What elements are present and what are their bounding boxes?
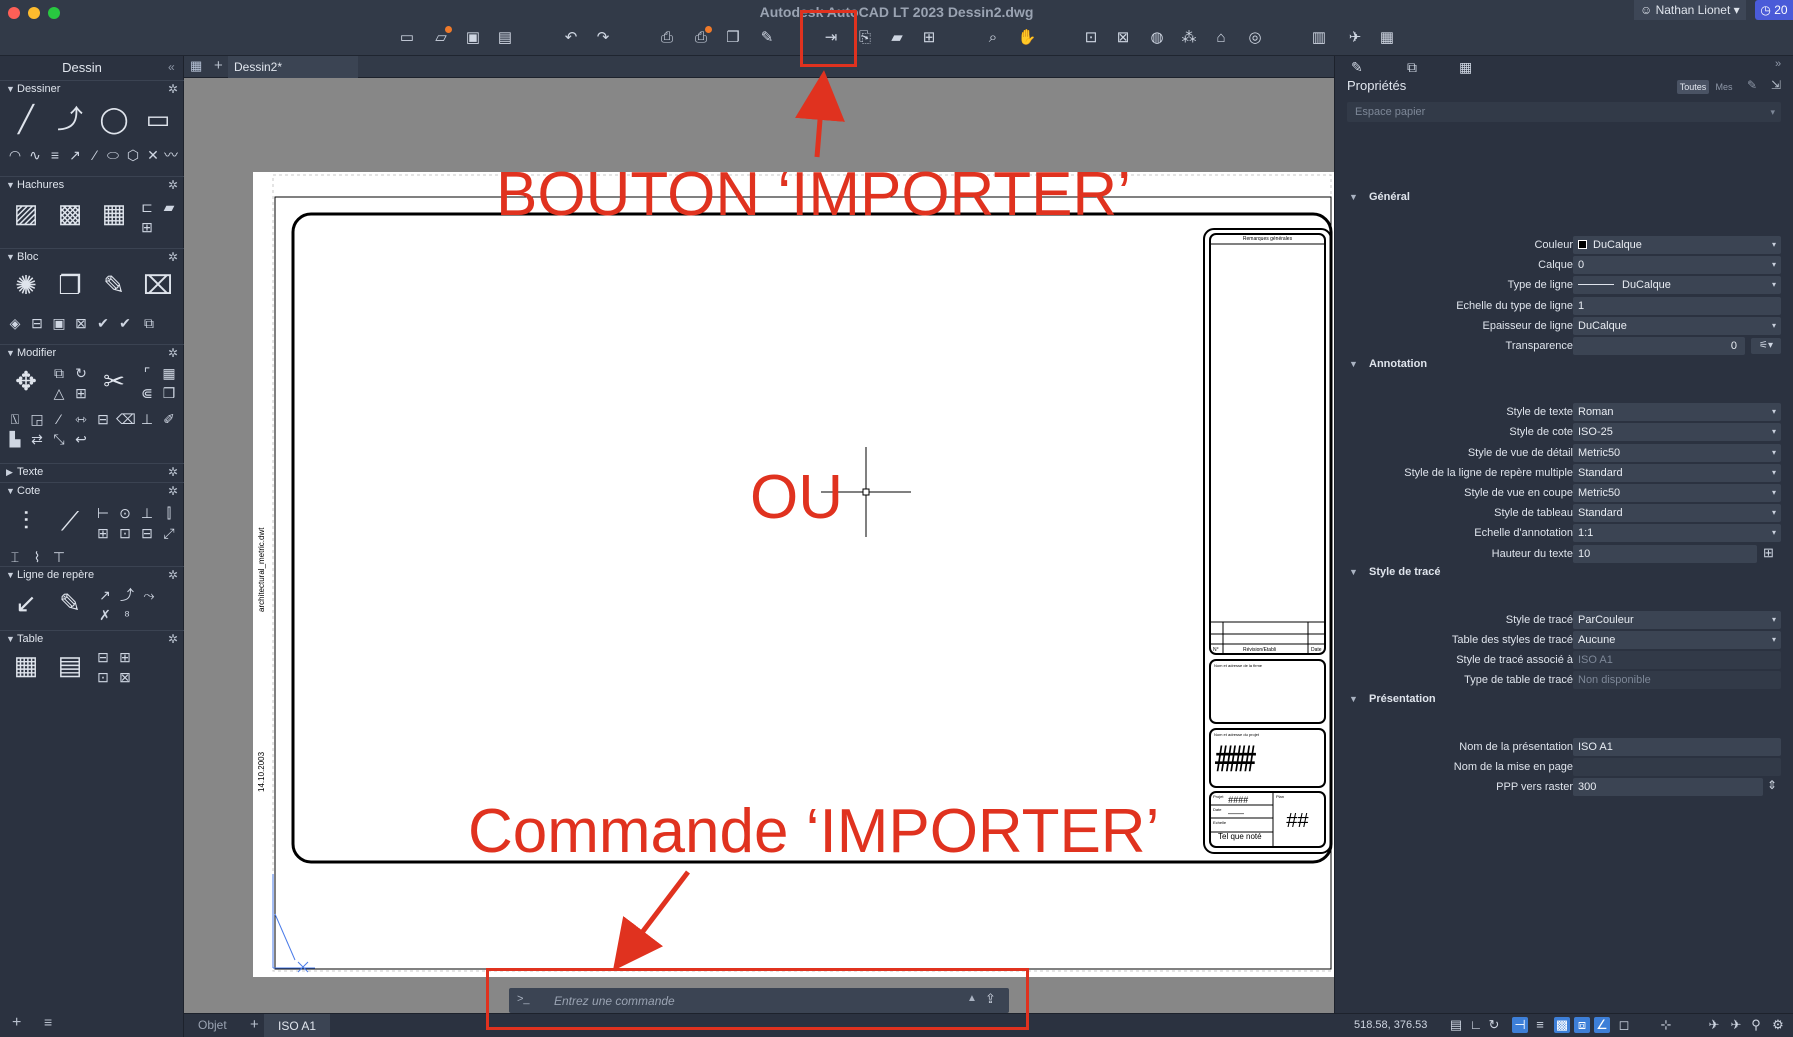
arrow-to-import-button bbox=[795, 70, 845, 158]
annotation-arrows bbox=[612, 70, 845, 971]
autocad-window: Autodesk AutoCAD LT 2023 Dessin2.dwg ☺ N… bbox=[0, 0, 1793, 1037]
arrow-to-command-line bbox=[612, 870, 690, 971]
